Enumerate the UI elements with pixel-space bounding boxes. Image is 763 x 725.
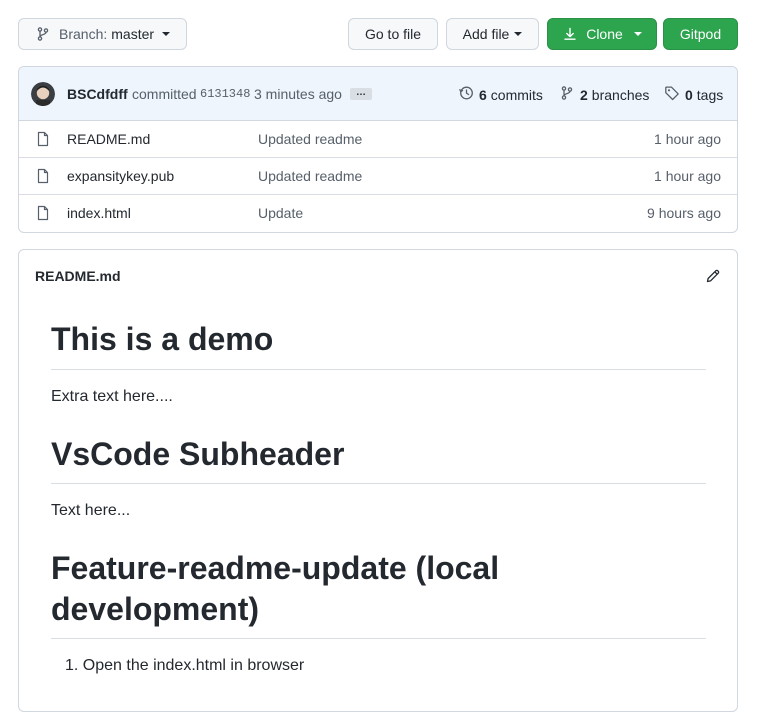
heading-divider [51, 483, 706, 484]
readme-list-item: 1. Open the index.html in browser [65, 657, 305, 674]
file-icon [35, 168, 51, 187]
readme-paragraph: Extra text here.... [51, 388, 173, 405]
readme-paragraph: Text here... [51, 502, 131, 519]
file-icon [35, 131, 51, 150]
readme-heading: VsCode Subheader [51, 436, 345, 472]
pencil-icon[interactable] [705, 268, 721, 287]
heading-divider [51, 369, 706, 370]
readme-heading: This is a demo [51, 321, 274, 357]
heading-divider [51, 638, 706, 639]
git-branch-icon [35, 26, 51, 42]
readme-heading: Feature-readme-update (local development… [51, 550, 500, 627]
readme-content: This is a demo Extra text here.... VsCod… [51, 0, 706, 725]
file-icon [35, 205, 51, 224]
